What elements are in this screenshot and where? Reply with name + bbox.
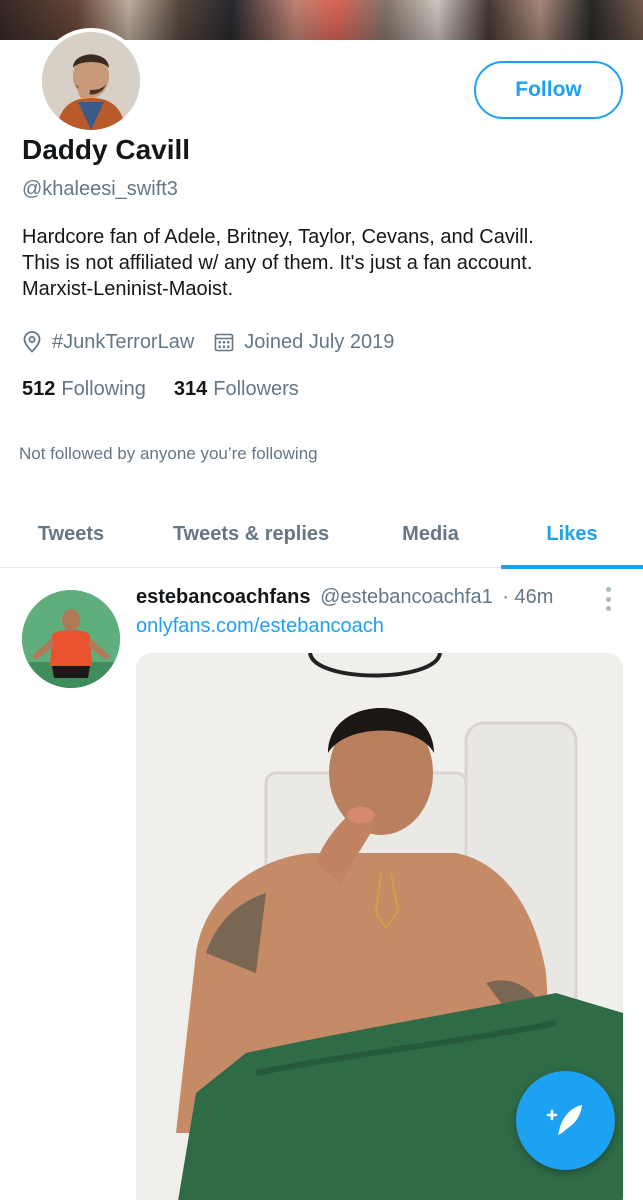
profile-joined: Joined July 2019: [214, 331, 394, 354]
compose-tweet-button[interactable]: [516, 1071, 615, 1170]
tweet-author-name[interactable]: estebancoachfans: [136, 586, 311, 608]
followers-count: 314: [173, 378, 208, 400]
calendar-icon: [214, 331, 234, 353]
bio-line: Hardcore fan of Adele, Britney, Taylor, …: [22, 226, 534, 248]
profile-avatar[interactable]: [42, 32, 140, 130]
dot: [605, 596, 611, 602]
tweet-header: estebancoachfans @estebancoachfa1 · 46m: [136, 586, 553, 609]
tweet-author-handle[interactable]: @estebancoachfa1: [320, 586, 493, 608]
following-count: 512: [22, 378, 56, 400]
tab-tweets[interactable]: Tweets: [0, 500, 142, 568]
tweet-author-avatar[interactable]: [22, 590, 120, 688]
profile-meta: #JunkTerrorLaw Joined July 2019: [22, 328, 414, 356]
bio-line: This is not affiliated w/ any of them. I…: [22, 252, 533, 274]
tab-likes[interactable]: Likes: [501, 500, 643, 569]
tab-media[interactable]: Media: [360, 500, 501, 568]
tweet-link[interactable]: onlyfans.com/estebancoach: [136, 615, 384, 638]
bio-line: Marxist-Leninist-Maoist.: [22, 278, 234, 300]
tweet-author-avatar-image: [22, 590, 120, 688]
joined-text: Joined July 2019: [244, 330, 395, 353]
tab-tweets-replies[interactable]: Tweets & replies: [142, 500, 360, 568]
location-pin-icon: [22, 331, 42, 353]
following-label: Following: [61, 378, 146, 400]
profile-location: #JunkTerrorLaw: [22, 331, 194, 354]
profile-avatar-image: [42, 32, 140, 130]
followers-stat[interactable]: 314 Followers: [174, 378, 299, 401]
dot: [605, 587, 611, 592]
compose-tweet-icon: [546, 1104, 582, 1135]
more-vertical-icon[interactable]: [596, 584, 620, 614]
profile-bio: Hardcore fan of Adele, Britney, Taylor, …: [22, 224, 622, 302]
location-text[interactable]: #JunkTerrorLaw: [52, 331, 194, 354]
tweet-timestamp: · 46m: [502, 586, 554, 608]
followed-by-note: Not followed by anyone you’re following: [19, 444, 318, 463]
profile-display-name: Daddy Cavill: [22, 134, 191, 165]
profile-handle: @khaleesi_swift3: [22, 178, 178, 200]
dot: [605, 606, 611, 611]
followers-label: Followers: [213, 378, 299, 400]
profile-stats: 512 Following 314 Followers: [22, 378, 327, 401]
following-stat[interactable]: 512 Following: [22, 378, 146, 401]
profile-tabs: Tweets Tweets & replies Media Likes: [0, 500, 643, 569]
follow-button[interactable]: Follow: [474, 61, 623, 119]
